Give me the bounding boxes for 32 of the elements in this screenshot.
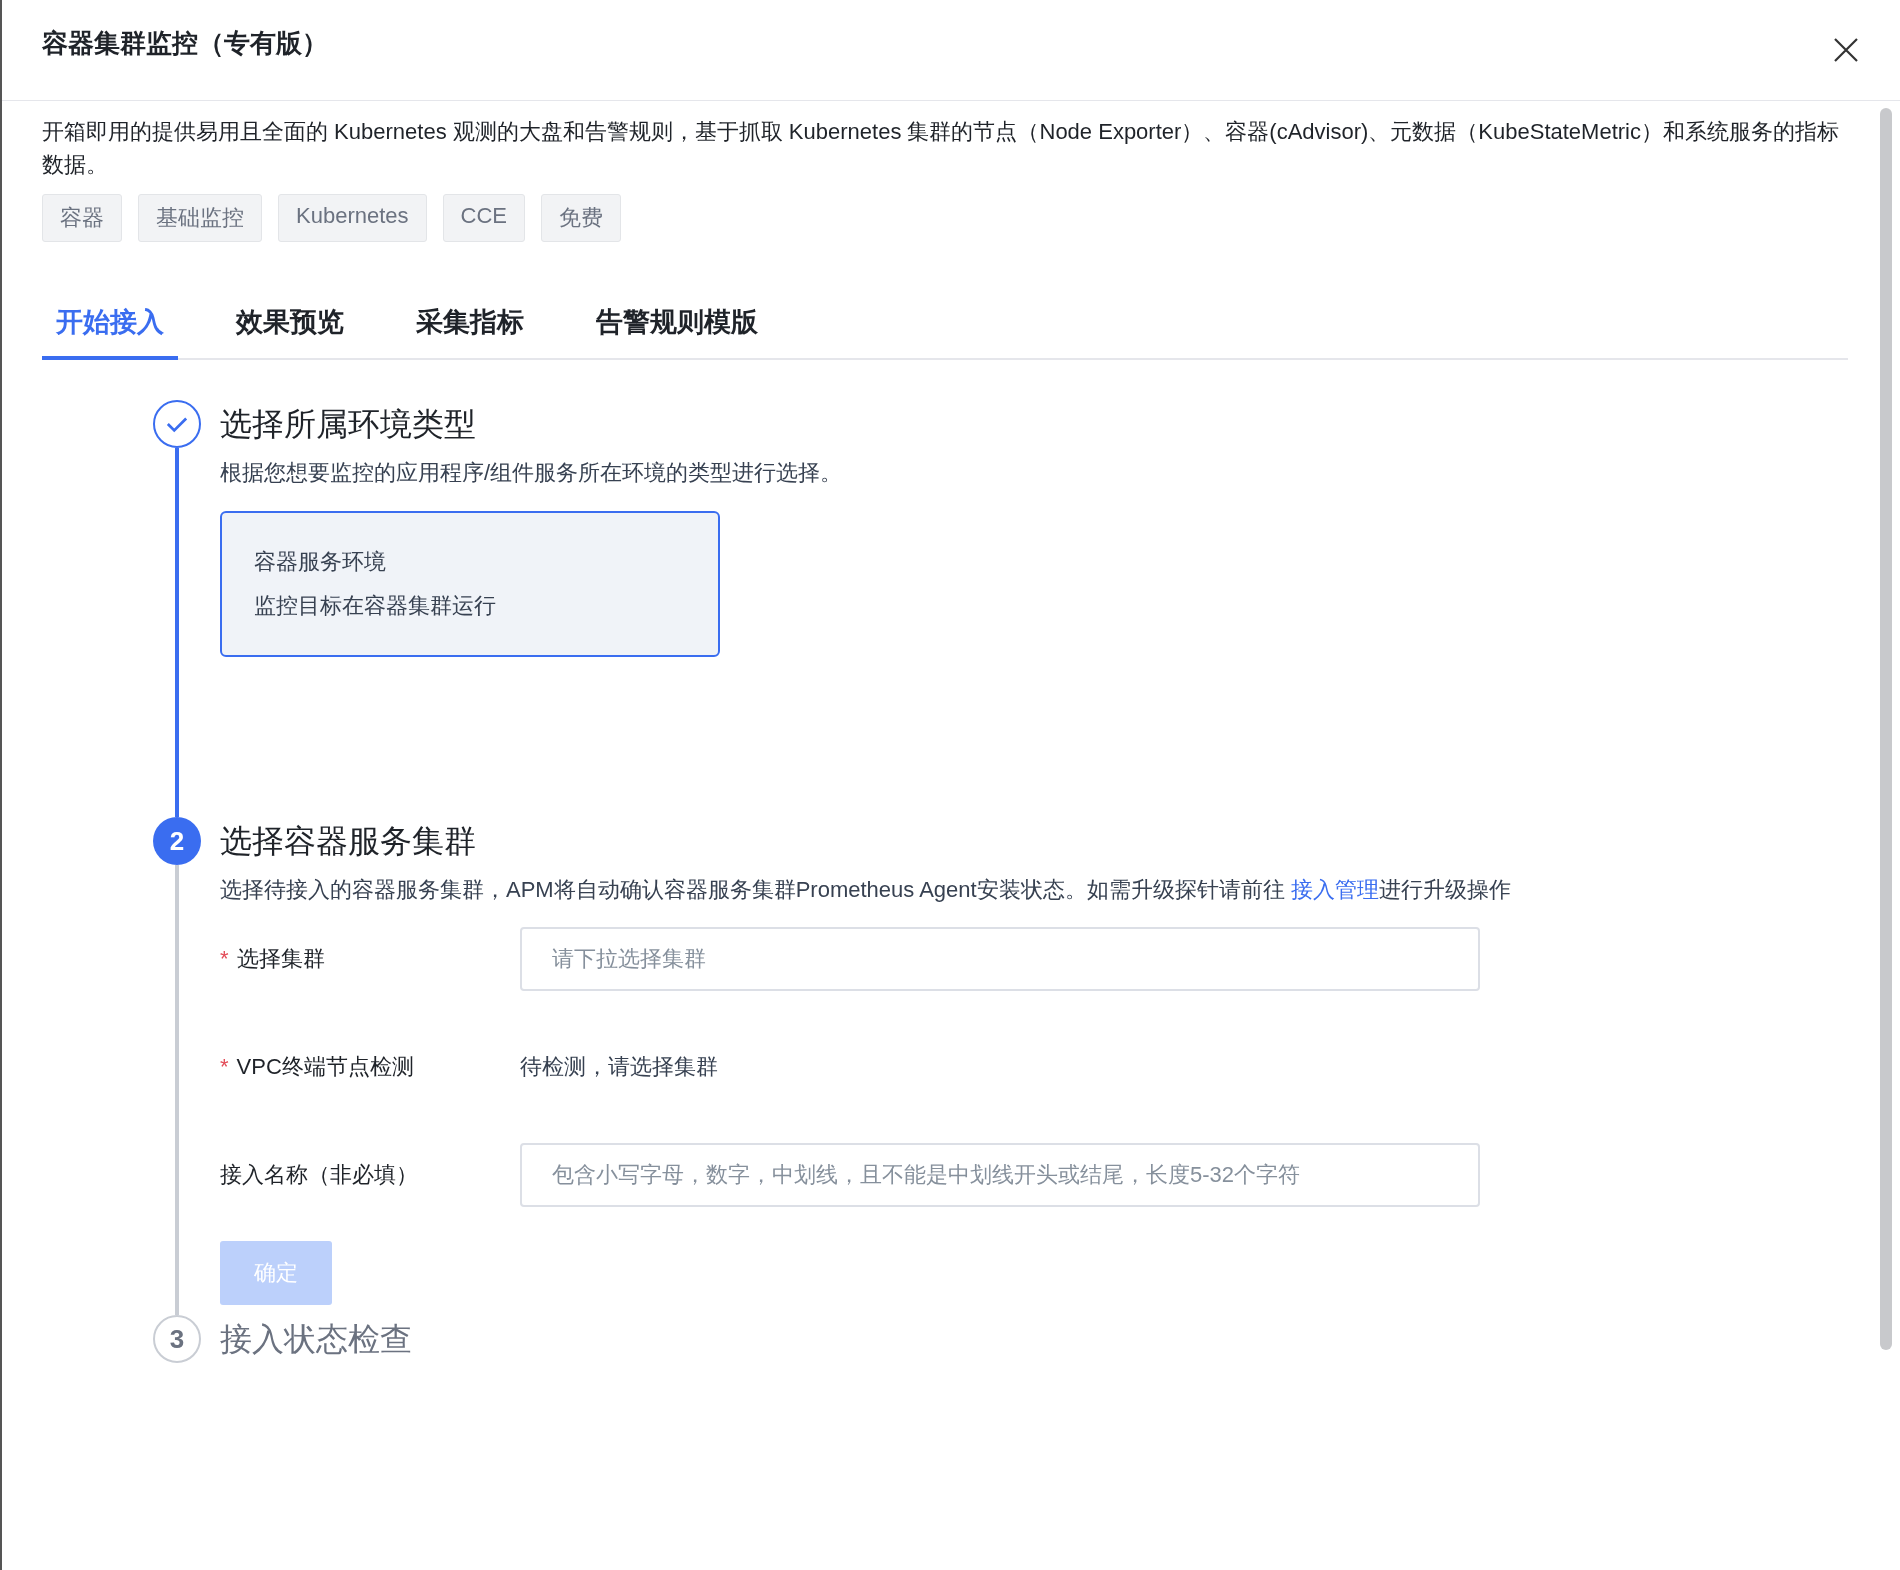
tag: 免费 bbox=[541, 194, 621, 242]
option-subtitle: 监控目标在容器集群运行 bbox=[254, 592, 497, 620]
close-icon[interactable] bbox=[1832, 36, 1860, 64]
step-title: 选择容器服务集群 bbox=[220, 822, 477, 861]
step-description: 根据您想要监控的应用程序/组件服务所在环境的类型进行选择。 bbox=[220, 459, 844, 487]
name-input-field[interactable]: 包含小写字母，数字，中划线，且不能是中划线开头或结尾，长度5-32个字符 bbox=[520, 1143, 1480, 1207]
dialog-title: 容器集群监控（专有版） bbox=[42, 26, 328, 60]
tab[interactable]: 效果预览 bbox=[222, 294, 358, 360]
cluster-select[interactable]: 请下拉选择集群 bbox=[520, 927, 1480, 991]
step-title: 选择所属环境类型 bbox=[220, 405, 477, 444]
tag: CCE bbox=[442, 194, 525, 242]
required-mark: * bbox=[220, 1054, 229, 1080]
tag: 基础监控 bbox=[138, 194, 262, 242]
step-title: 接入状态检查 bbox=[220, 1320, 413, 1359]
detection-status: 待检测，请选择集群 bbox=[520, 1053, 719, 1081]
tab[interactable]: 开始接入 bbox=[42, 294, 178, 360]
form-label: 选择集群 bbox=[236, 945, 325, 973]
form-label: VPC终端节点检测 bbox=[236, 1053, 414, 1081]
step-number: 3 bbox=[153, 1315, 201, 1363]
access-management-link[interactable]: 接入管理 bbox=[1290, 877, 1379, 902]
tab[interactable]: 采集指标 bbox=[402, 294, 538, 360]
step-description: 选择待接入的容器服务集群，APM将自动确认容器服务集群Prometheus Agent安装状态。如需升级探针请前往 接入管理进行升级操作 bbox=[220, 876, 1512, 904]
form-label: 接入名称（非必填） bbox=[220, 1161, 418, 1189]
scrollbar[interactable] bbox=[1880, 108, 1892, 1350]
description-text: 开箱即用的提供易用且全面的 Kubernetes 观测的大盘和告警规则，基于抓取 Kubernetes 集群的节点（Node Exporter）、容器(cAdvisor)、元数据（KubeStateMetric）和系统服务的指标数据。 bbox=[42, 118, 1840, 179]
environment-option-card[interactable]: 容器服务环境 监控目标在容器集群运行 bbox=[220, 511, 720, 657]
tag: 容器 bbox=[42, 194, 122, 242]
required-mark: * bbox=[220, 946, 229, 972]
option-title: 容器服务环境 bbox=[254, 548, 387, 576]
tag: Kubernetes bbox=[278, 194, 427, 242]
step-number: 2 bbox=[153, 817, 201, 865]
tab[interactable]: 告警规则模版 bbox=[582, 294, 772, 360]
